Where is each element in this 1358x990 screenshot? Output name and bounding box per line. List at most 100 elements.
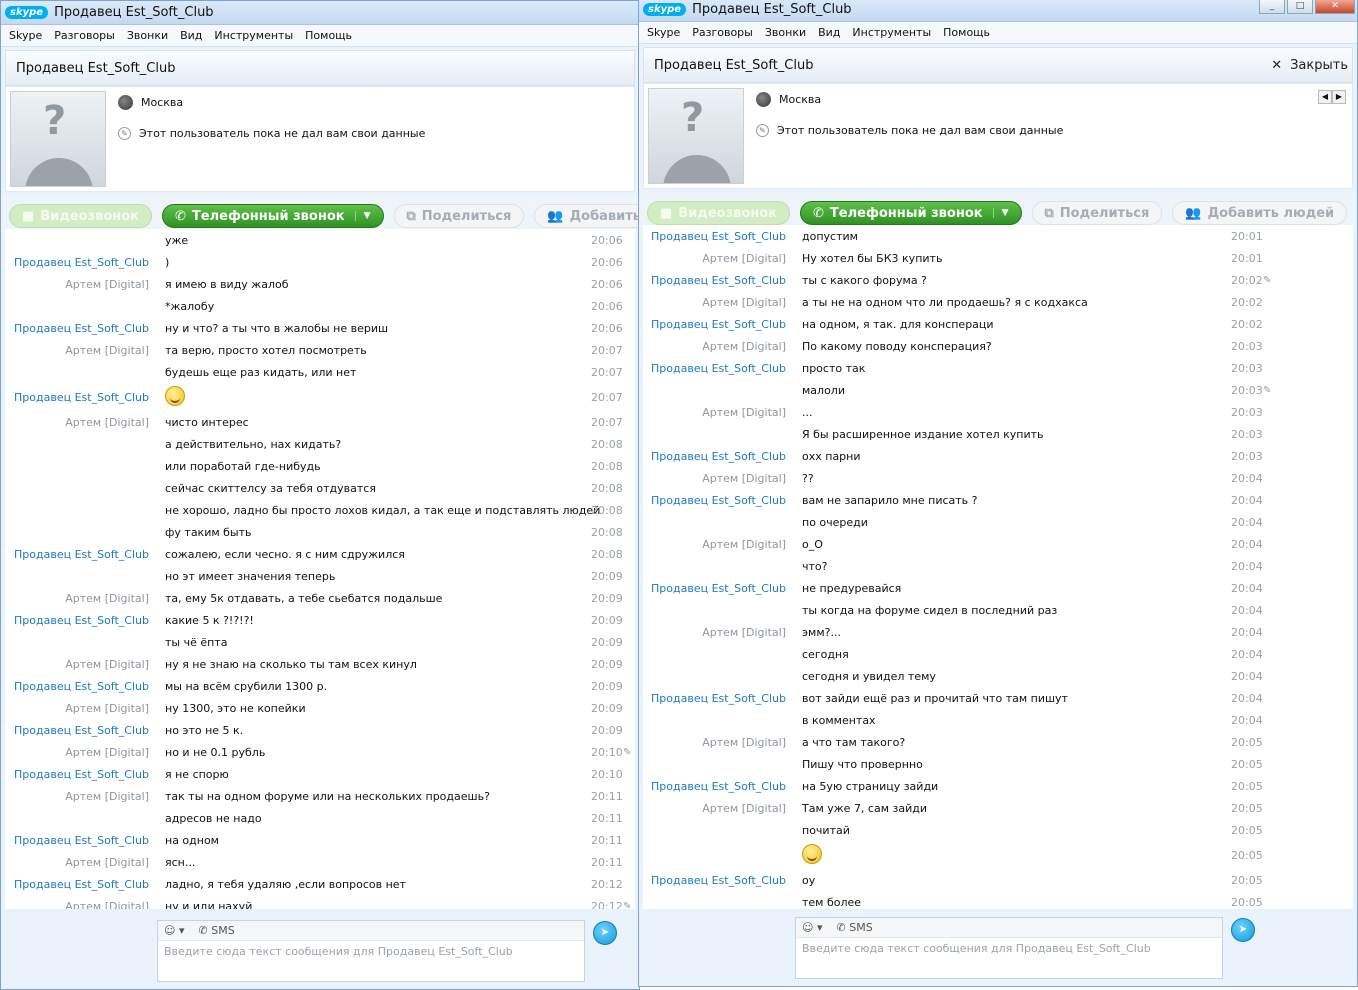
message-sender[interactable]: Артем [Digital] xyxy=(643,538,802,551)
chat-message-row[interactable]: Продавец Est_Soft_Club на одном 20:11 xyxy=(5,829,635,851)
chat-message-row[interactable]: по очереди 20:04 xyxy=(643,511,1353,533)
message-sender[interactable]: Продавец Est_Soft_Club xyxy=(643,318,802,331)
menu-calls[interactable]: Звонки xyxy=(765,26,806,39)
share-button[interactable]: ⧉ Поделиться xyxy=(1031,201,1163,225)
video-call-button[interactable]: ■ Видеозвонок xyxy=(9,204,153,228)
chat-message-row[interactable]: Артем [Digital] ну и иди нахуй 20:12 ✎ xyxy=(5,895,635,910)
message-sender[interactable]: Артем [Digital] xyxy=(643,626,802,639)
chat-message-row[interactable]: сегодня 20:04 xyxy=(643,643,1353,665)
menu-view[interactable]: Вид xyxy=(818,26,840,39)
chat-message-row[interactable]: Продавец Est_Soft_Club 20:07 xyxy=(5,383,635,411)
phone-call-button[interactable]: ✆ Телефонный звонок ▼ xyxy=(800,201,1022,225)
chat-message-row[interactable]: Артем [Digital] Ну хотел бы БК3 купить 20:… xyxy=(643,247,1353,269)
message-sender[interactable]: Продавец Est_Soft_Club xyxy=(5,834,165,847)
message-sender[interactable]: Артем [Digital] xyxy=(643,340,802,353)
message-sender[interactable]: Артем [Digital] xyxy=(643,736,802,749)
chat-message-row[interactable]: Артем [Digital] ясн... 20:11 xyxy=(5,851,635,873)
message-sender[interactable]: Продавец Est_Soft_Club xyxy=(643,494,802,507)
chat-message-row[interactable]: но эт имеет значения теперь 20:09 xyxy=(5,565,635,587)
chat-message-row[interactable]: Артем [Digital] та верю, просто хотел пос… xyxy=(5,339,635,361)
message-sender[interactable]: Продавец Est_Soft_Club xyxy=(643,230,802,243)
chevron-down-icon[interactable]: ▼ xyxy=(992,208,1009,218)
menu-tools[interactable]: Инструменты xyxy=(214,29,293,42)
chat-message-row[interactable]: Продавец Est_Soft_Club оу 20:05 xyxy=(643,869,1353,891)
chat-message-row[interactable]: Продавец Est_Soft_Club ладно, я тебя удал… xyxy=(5,873,635,895)
chat-message-row[interactable]: *жалобу 20:06 xyxy=(5,295,635,317)
chat-message-row[interactable]: Пишу что провернно 20:05 xyxy=(643,753,1353,775)
chat-message-row[interactable]: Продавец Est_Soft_Club ты с какого форума… xyxy=(643,269,1353,291)
add-people-button[interactable]: 👥Добавить людей xyxy=(534,204,639,228)
message-sender[interactable]: Артем [Digital] xyxy=(643,296,802,309)
chat-message-row[interactable]: Продавец Est_Soft_Club на 5ую страницу за… xyxy=(643,775,1353,797)
message-sender[interactable]: Артем [Digital] xyxy=(5,416,165,429)
chat-message-row[interactable]: Артем [Digital] эмм?... 20:04 xyxy=(643,621,1353,643)
message-sender[interactable]: Артем [Digital] xyxy=(5,278,165,291)
chat-message-row[interactable]: малоли 20:03 ✎ xyxy=(643,379,1353,401)
chat-message-row[interactable]: Продавец Est_Soft_Club но это не 5 к. 20:0… xyxy=(5,719,635,741)
avatar[interactable]: ? xyxy=(648,88,744,184)
message-sender[interactable]: Артем [Digital] xyxy=(643,252,802,265)
message-sender[interactable]: Продавец Est_Soft_Club xyxy=(643,274,802,287)
chat-message-row[interactable]: Артем [Digital] а что там такого? 20:05 xyxy=(643,731,1353,753)
chat-message-row[interactable]: Продавец Est_Soft_Club на одном, я так. д… xyxy=(643,313,1353,335)
message-sender[interactable]: Артем [Digital] xyxy=(5,592,165,605)
chat-message-row[interactable]: Артем [Digital] чисто интерес 20:07 xyxy=(5,411,635,433)
chat-message-row[interactable]: Артем [Digital] но и не 0.1 рубль 20:10 ✎ xyxy=(5,741,635,763)
message-input[interactable]: Введите сюда текст сообщения для Продаве… xyxy=(158,941,584,962)
message-sender[interactable]: Продавец Est_Soft_Club xyxy=(643,692,802,705)
message-sender[interactable]: Артем [Digital] xyxy=(5,658,165,671)
chat-message-row[interactable]: Продавец Est_Soft_Club просто так 20:03 xyxy=(643,357,1353,379)
menu-skype[interactable]: Skype xyxy=(9,29,42,42)
message-sender[interactable]: Продавец Est_Soft_Club xyxy=(5,391,165,404)
message-sender[interactable]: Продавец Est_Soft_Club xyxy=(643,362,802,375)
message-sender[interactable]: Продавец Est_Soft_Club xyxy=(5,724,165,737)
maximize-button[interactable]: □ xyxy=(1287,0,1313,14)
chat-history[interactable]: уже 20:06 Продавец Est_Soft_Club) 20:06 Арте… xyxy=(5,229,635,909)
chat-message-row[interactable]: в комментах 20:04 xyxy=(643,709,1353,731)
menu-skype[interactable]: Skype xyxy=(647,26,680,39)
message-sender[interactable]: Артем [Digital] xyxy=(5,702,165,715)
message-sender[interactable]: Артем [Digital] xyxy=(643,406,802,419)
chat-message-row[interactable]: ты чё ёпта 20:09 xyxy=(5,631,635,653)
chat-history[interactable]: Продавец Est_Soft_Club допустим 20:01 Артем… xyxy=(643,225,1353,909)
message-sender[interactable]: Продавец Est_Soft_Club xyxy=(643,582,802,595)
chat-message-row[interactable]: будешь еще раз кидать, или нет 20:07 xyxy=(5,361,635,383)
chevron-down-icon[interactable]: ▼ xyxy=(354,211,371,221)
message-sender[interactable]: Продавец Est_Soft_Club xyxy=(5,322,165,335)
emoticon-picker-icon[interactable]: ☺ ▾ xyxy=(164,924,185,937)
chat-message-row[interactable]: Продавец Est_Soft_Club мы на всём срубили… xyxy=(5,675,635,697)
chat-message-row[interactable]: Артем [Digital] я имею в виду жалоб 20:06 xyxy=(5,273,635,295)
chat-message-row[interactable]: Артем [Digital]... 20:03 xyxy=(643,401,1353,423)
chat-message-row[interactable]: Артем [Digital]?? 20:04 xyxy=(643,467,1353,489)
chat-message-row[interactable]: Продавец Est_Soft_Club) 20:06 xyxy=(5,251,635,273)
message-sender[interactable]: Продавец Est_Soft_Club xyxy=(5,548,165,561)
message-sender[interactable]: Артем [Digital] xyxy=(643,802,802,815)
menu-conversations[interactable]: Разговоры xyxy=(54,29,115,42)
add-people-button[interactable]: 👥Добавить людей xyxy=(1172,201,1348,225)
chat-message-row[interactable]: Продавец Est_Soft_Club вот зайди ещё раз … xyxy=(643,687,1353,709)
chat-message-row[interactable]: Продавец Est_Soft_Club допустим 20:01 xyxy=(643,225,1353,247)
share-button[interactable]: ⧉ Поделиться xyxy=(393,204,525,228)
message-input[interactable]: Введите сюда текст сообщения для Продаве… xyxy=(796,938,1222,959)
menu-help[interactable]: Помощь xyxy=(305,29,352,42)
message-sender[interactable]: Артем [Digital] xyxy=(5,746,165,759)
chat-message-row[interactable]: Продавец Est_Soft_Club вам не запарило мн… xyxy=(643,489,1353,511)
menu-tools[interactable]: Инструменты xyxy=(852,26,931,39)
chat-message-row[interactable]: или поработай где-нибудь 20:08 xyxy=(5,455,635,477)
chat-message-row[interactable]: Артем [Digital] Там уже 7, сам зайди 20:05 xyxy=(643,797,1353,819)
message-sender[interactable]: Продавец Est_Soft_Club xyxy=(5,256,165,269)
chat-message-row[interactable]: тем более 20:05 xyxy=(643,891,1353,909)
chat-message-row[interactable]: сейчас скиттелсу за тебя отдуватся 20:08 xyxy=(5,477,635,499)
phone-call-button[interactable]: ✆ Телефонный звонок ▼ xyxy=(162,204,384,228)
chat-message-row[interactable]: ты когда на форуме сидел в последний раз… xyxy=(643,599,1353,621)
message-sender[interactable]: Артем [Digital] xyxy=(5,344,165,357)
chat-message-row[interactable]: адресов не надо 20:11 xyxy=(5,807,635,829)
menu-conversations[interactable]: Разговоры xyxy=(692,26,753,39)
chevron-right-icon[interactable]: ▶ xyxy=(1332,90,1346,104)
chat-message-row[interactable]: сегодня и увидел тему 20:04 xyxy=(643,665,1353,687)
message-sender[interactable]: Продавец Est_Soft_Club xyxy=(5,614,165,627)
chat-message-row[interactable]: Артем [Digital] ну 1300, это не копейки 20… xyxy=(5,697,635,719)
message-sender[interactable]: Артем [Digital] xyxy=(5,856,165,869)
send-button[interactable]: ➤ xyxy=(1231,918,1255,942)
chat-message-row[interactable]: Артем [Digital] а ты не на одном что ли п… xyxy=(643,291,1353,313)
